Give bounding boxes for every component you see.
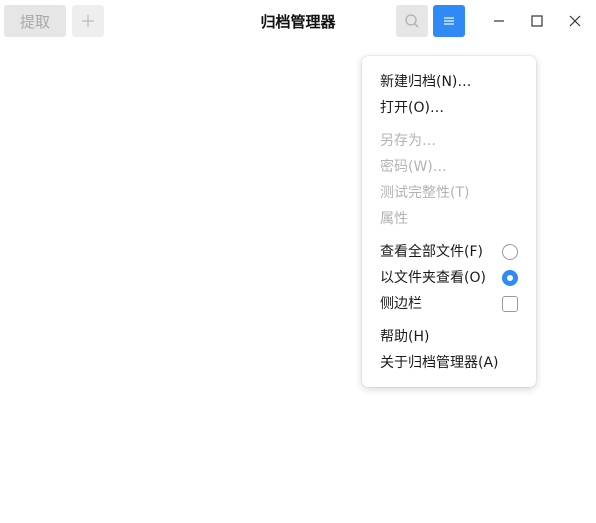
- menu-item-view-as-folder[interactable]: 以文件夹查看(O): [362, 265, 536, 291]
- main-menu-button[interactable]: [433, 5, 465, 37]
- maximize-icon: [531, 15, 543, 27]
- sidebar-checkbox[interactable]: [502, 296, 518, 312]
- menu-item-view-all-files[interactable]: 查看全部文件(F): [362, 239, 536, 265]
- minimize-button[interactable]: [483, 5, 515, 37]
- add-button[interactable]: [72, 5, 104, 37]
- menu-item-label: 关于归档管理器(A): [380, 355, 499, 371]
- search-icon: [405, 14, 419, 28]
- menu-item-help[interactable]: 帮助(H): [362, 324, 536, 350]
- menu-item-label: 属性: [380, 211, 408, 227]
- radio-button[interactable]: [502, 244, 518, 260]
- search-button[interactable]: [396, 5, 428, 37]
- main-menu-popup: 新建归档(N)… 打开(O)… 另存为… 密码(W)… 测试完整性(T) 属性 …: [362, 56, 536, 387]
- menu-item-open[interactable]: 打开(O)…: [362, 95, 536, 121]
- menu-item-label: 打开(O)…: [380, 100, 444, 116]
- menu-item-password[interactable]: 密码(W)…: [362, 154, 536, 180]
- header-bar: 提取 归档管理器: [0, 0, 596, 42]
- menu-item-label: 查看全部文件(F): [380, 244, 483, 260]
- minimize-icon: [494, 20, 504, 22]
- menu-item-new-archive[interactable]: 新建归档(N)…: [362, 69, 536, 95]
- menu-item-label: 侧边栏: [380, 296, 422, 312]
- plus-icon: [82, 15, 94, 27]
- menu-item-sidebar[interactable]: 侧边栏: [362, 291, 536, 317]
- extract-button-label: 提取: [19, 12, 50, 31]
- hamburger-menu-icon: [444, 17, 454, 25]
- close-button[interactable]: [559, 5, 591, 37]
- menu-item-label: 新建归档(N)…: [380, 74, 472, 90]
- menu-item-test-integrity[interactable]: 测试完整性(T): [362, 180, 536, 206]
- menu-item-save-as[interactable]: 另存为…: [362, 128, 536, 154]
- menu-item-about[interactable]: 关于归档管理器(A): [362, 350, 536, 376]
- menu-item-properties[interactable]: 属性: [362, 206, 536, 232]
- menu-item-label: 另存为…: [380, 133, 436, 149]
- menu-item-label: 以文件夹查看(O): [380, 270, 486, 286]
- radio-button-selected[interactable]: [502, 270, 518, 286]
- menu-item-label: 帮助(H): [380, 329, 430, 345]
- extract-button[interactable]: 提取: [4, 5, 66, 37]
- maximize-button[interactable]: [521, 5, 553, 37]
- close-icon: [569, 15, 581, 27]
- menu-item-label: 密码(W)…: [380, 159, 447, 175]
- menu-item-label: 测试完整性(T): [380, 185, 470, 201]
